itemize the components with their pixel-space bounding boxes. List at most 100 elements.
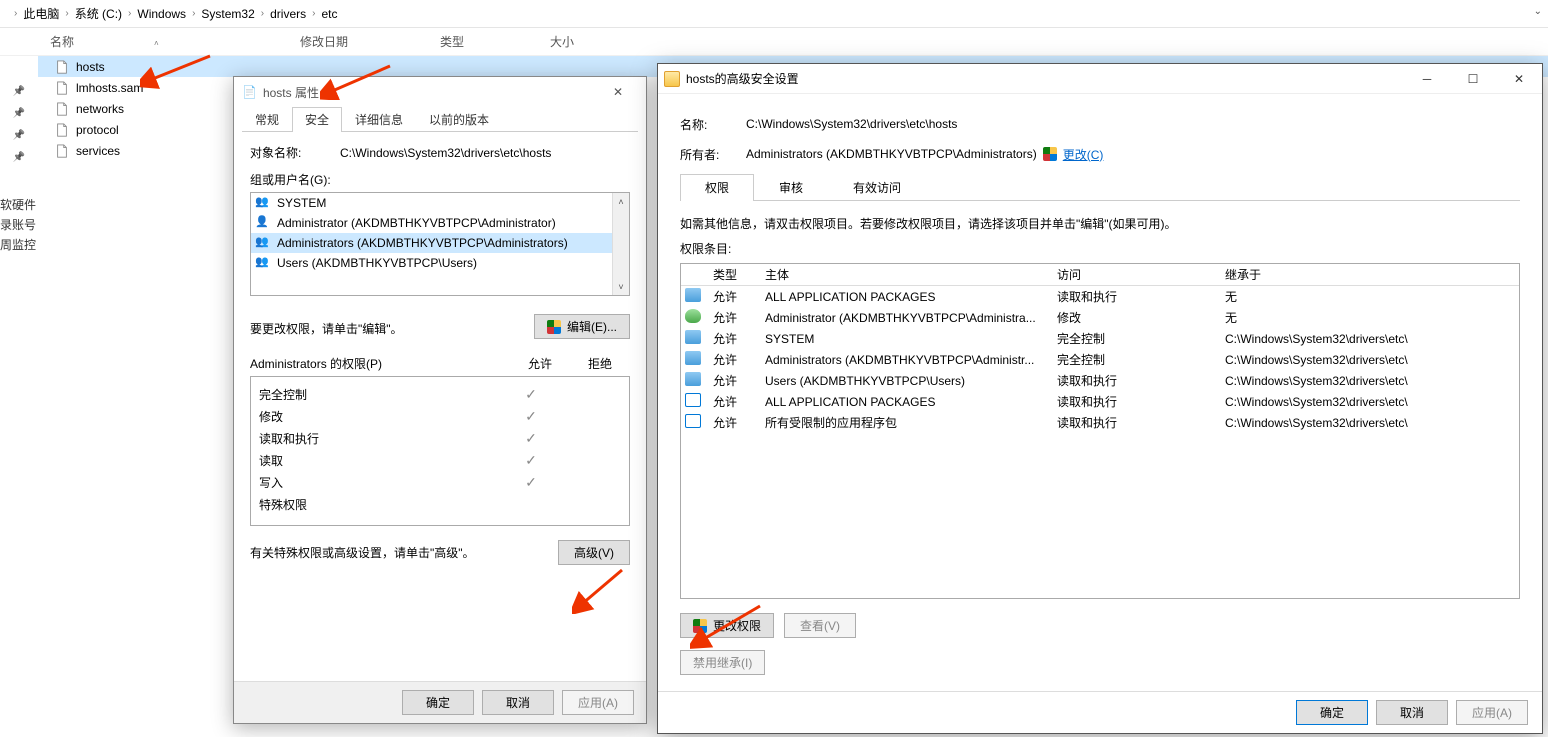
- maximize-button[interactable]: ☐: [1450, 64, 1496, 94]
- breadcrumb[interactable]: › 此电脑 › 系统 (C:) › Windows › System32 › d…: [0, 0, 1548, 28]
- col-principal[interactable]: 主体: [761, 266, 1053, 283]
- quickaccess-pins: [0, 56, 38, 168]
- dialog-footer: 确定 取消 应用(A): [234, 681, 646, 723]
- entry-inherit: C:\Windows\System32\drivers\etc\: [1221, 353, 1519, 367]
- col-date[interactable]: 修改日期: [300, 33, 440, 50]
- tab-general[interactable]: 常规: [242, 107, 292, 131]
- entry-access: 读取和执行: [1053, 372, 1221, 389]
- apply-button[interactable]: 应用(A): [1456, 700, 1528, 725]
- col-name[interactable]: 名称˄: [50, 33, 300, 50]
- users-icon: 👥: [255, 195, 273, 211]
- cancel-button[interactable]: 取消: [1376, 700, 1448, 725]
- pin-icon[interactable]: [0, 124, 38, 146]
- allow-check-icon: ✓: [501, 430, 561, 447]
- permission-entry-row[interactable]: 允许SYSTEM完全控制C:\Windows\System32\drivers\…: [681, 328, 1519, 349]
- change-owner-link[interactable]: 更改(C): [1043, 146, 1104, 163]
- shield-icon: [693, 619, 707, 633]
- perm-allow-header: 允许: [510, 355, 570, 372]
- object-name-label: 对象名称:: [250, 144, 340, 161]
- entry-inherit: C:\Windows\System32\drivers\etc\: [1221, 416, 1519, 430]
- perm-name: 特殊权限: [259, 496, 501, 513]
- cancel-button[interactable]: 取消: [482, 690, 554, 715]
- groups-listbox[interactable]: 👥SYSTEM👤Administrator (AKDMBTHKYVBTPCP\A…: [250, 192, 630, 296]
- col-type[interactable]: 类型: [440, 33, 550, 50]
- entry-type: 允许: [709, 330, 761, 347]
- list-header: 类型 主体 访问 继承于: [681, 264, 1519, 286]
- entry-access: 修改: [1053, 309, 1221, 326]
- permission-entries-list[interactable]: 类型 主体 访问 继承于 允许ALL APPLICATION PACKAGES读…: [680, 263, 1520, 599]
- tab-previous[interactable]: 以前的版本: [416, 107, 502, 131]
- ok-button[interactable]: 确定: [402, 690, 474, 715]
- entry-inherit: 无: [1221, 309, 1519, 326]
- advanced-hint: 有关特殊权限或高级设置，请单击"高级"。: [250, 544, 558, 561]
- pin-icon[interactable]: [0, 80, 38, 102]
- bc-seg[interactable]: etc: [321, 7, 337, 21]
- group-row[interactable]: 👥SYSTEM: [251, 193, 629, 213]
- group-row[interactable]: 👤Administrator (AKDMBTHKYVBTPCP\Administ…: [251, 213, 629, 233]
- permission-entry-row[interactable]: 允许ALL APPLICATION PACKAGES读取和执行C:\Window…: [681, 391, 1519, 412]
- scrollbar[interactable]: ˄ ˅: [612, 193, 629, 295]
- entry-type: 允许: [709, 309, 761, 326]
- bc-seg[interactable]: drivers: [270, 7, 306, 21]
- permission-row: 写入✓: [259, 471, 621, 493]
- ok-button[interactable]: 确定: [1296, 700, 1368, 725]
- permission-entry-row[interactable]: 允许Administrator (AKDMBTHKYVBTPCP\Adminis…: [681, 307, 1519, 328]
- close-button[interactable]: ✕: [598, 77, 638, 107]
- minimize-button[interactable]: ─: [1404, 64, 1450, 94]
- tab-audit[interactable]: 审核: [754, 174, 828, 200]
- group-row[interactable]: 👥Users (AKDMBTHKYVBTPCP\Users): [251, 253, 629, 273]
- perm-name: 修改: [259, 408, 501, 425]
- advanced-button[interactable]: 高级(V): [558, 540, 630, 565]
- entry-type: 允许: [709, 393, 761, 410]
- bc-seg[interactable]: 此电脑: [23, 5, 59, 22]
- tab-effective[interactable]: 有效访问: [828, 174, 926, 200]
- allow-check-icon: ✓: [501, 452, 561, 469]
- scroll-down-icon[interactable]: ˅: [613, 278, 629, 295]
- chevron-down-icon[interactable]: ⌄: [1534, 6, 1542, 17]
- dialog-titlebar[interactable]: 📄 hosts 属性 ✕: [234, 77, 646, 107]
- tab-security[interactable]: 安全: [292, 107, 342, 131]
- chevron-right-icon: ›: [261, 8, 264, 19]
- permission-entry-row[interactable]: 允许ALL APPLICATION PACKAGES读取和执行无: [681, 286, 1519, 307]
- pkg-icon: [685, 414, 701, 428]
- close-button[interactable]: ✕: [1496, 64, 1542, 94]
- tab-permissions[interactable]: 权限: [680, 174, 754, 200]
- file-name: protocol: [76, 123, 119, 137]
- dialog-footer: 确定 取消 应用(A): [658, 691, 1542, 733]
- allow-check-icon: ✓: [501, 408, 561, 425]
- entry-type: 允许: [709, 414, 761, 431]
- view-button[interactable]: 查看(V): [784, 613, 856, 638]
- bc-seg[interactable]: Windows: [137, 7, 186, 21]
- col-access[interactable]: 访问: [1053, 266, 1221, 283]
- scroll-up-icon[interactable]: ˄: [613, 193, 629, 210]
- groups-label: 组或用户名(G):: [250, 171, 630, 188]
- group-row[interactable]: 👥Administrators (AKDMBTHKYVBTPCP\Adminis…: [251, 233, 629, 253]
- name-value: C:\Windows\System32\drivers\etc\hosts: [746, 117, 957, 131]
- col-type[interactable]: 类型: [709, 266, 761, 283]
- perm-name: 完全控制: [259, 386, 501, 403]
- users-icon: [685, 288, 701, 302]
- change-permissions-button[interactable]: 更改权限: [680, 613, 774, 638]
- permission-entry-row[interactable]: 允许Administrators (AKDMBTHKYVBTPCP\Admini…: [681, 349, 1519, 370]
- edit-button[interactable]: 编辑(E)...: [534, 314, 630, 339]
- entries-label: 权限条目:: [680, 240, 1520, 257]
- dialog-titlebar[interactable]: hosts的高级安全设置 ─ ☐ ✕: [658, 64, 1542, 94]
- permission-entry-row[interactable]: 允许所有受限制的应用程序包读取和执行C:\Windows\System32\dr…: [681, 412, 1519, 433]
- entry-inherit: C:\Windows\System32\drivers\etc\: [1221, 395, 1519, 409]
- bc-seg[interactable]: 系统 (C:): [75, 5, 122, 22]
- col-size[interactable]: 大小: [550, 33, 630, 50]
- user-icon: [685, 309, 701, 323]
- permission-entry-row[interactable]: 允许Users (AKDMBTHKYVBTPCP\Users)读取和执行C:\W…: [681, 370, 1519, 391]
- tab-details[interactable]: 详细信息: [342, 107, 416, 131]
- pin-icon[interactable]: [0, 146, 38, 168]
- disable-inherit-button[interactable]: 禁用继承(I): [680, 650, 765, 675]
- bc-seg[interactable]: System32: [201, 7, 254, 21]
- entry-access: 完全控制: [1053, 330, 1221, 347]
- users-icon: 👥: [255, 255, 273, 271]
- apply-button[interactable]: 应用(A): [562, 690, 634, 715]
- col-inherit[interactable]: 继承于: [1221, 266, 1519, 283]
- users-icon: [685, 351, 701, 365]
- chevron-right-icon: ›: [128, 8, 131, 19]
- pin-icon[interactable]: [0, 102, 38, 124]
- file-icon: [54, 101, 70, 117]
